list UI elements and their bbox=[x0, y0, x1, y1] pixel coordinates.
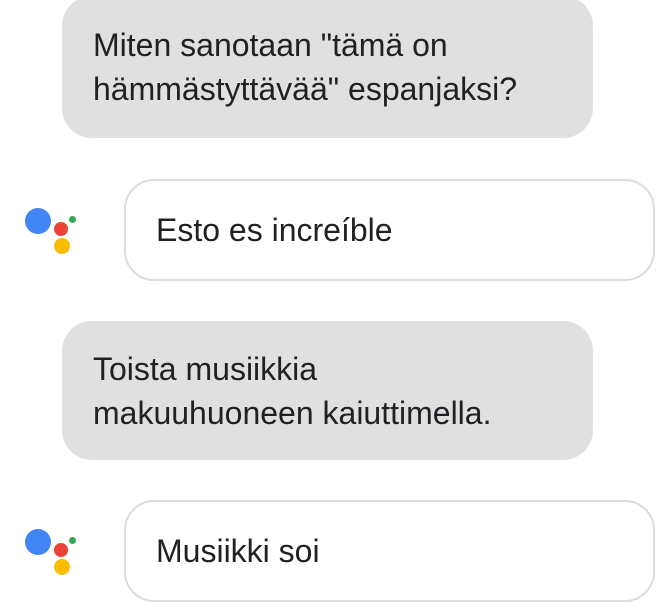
assistant-dot-red bbox=[54, 543, 68, 557]
user-message-bubble: Miten sanotaan "tämä on hämmästyttävää" … bbox=[62, 0, 593, 138]
assistant-message-text: Esto es increíble bbox=[156, 211, 393, 248]
user-message-text: Miten sanotaan "tämä on hämmästyttävää" … bbox=[93, 23, 517, 111]
assistant-dot-green bbox=[69, 537, 76, 544]
assistant-dot-yellow bbox=[54, 559, 70, 575]
assistant-message-text: Musiikki soi bbox=[156, 532, 320, 569]
user-message-text: Toista musiikkia makuuhuoneen kaiuttimel… bbox=[93, 347, 491, 435]
assistant-icon bbox=[22, 204, 82, 254]
message-line: hämmästyttävää" espanjaksi? bbox=[93, 71, 518, 107]
assistant-dot-red bbox=[54, 222, 68, 236]
assistant-message-bubble: Musiikki soi bbox=[124, 500, 655, 602]
assistant-dot-green bbox=[69, 216, 76, 223]
assistant-dot-blue bbox=[25, 208, 51, 234]
message-line: Miten sanotaan "tämä on bbox=[93, 27, 448, 63]
assistant-message-bubble: Esto es increíble bbox=[124, 179, 655, 281]
message-line: makuuhuoneen kaiuttimella. bbox=[93, 394, 492, 431]
assistant-dot-blue bbox=[25, 529, 51, 555]
message-line: Toista musiikkia bbox=[93, 350, 318, 387]
assistant-dot-yellow bbox=[54, 238, 70, 254]
user-message-bubble: Toista musiikkia makuuhuoneen kaiuttimel… bbox=[62, 321, 593, 460]
assistant-icon bbox=[22, 525, 82, 575]
